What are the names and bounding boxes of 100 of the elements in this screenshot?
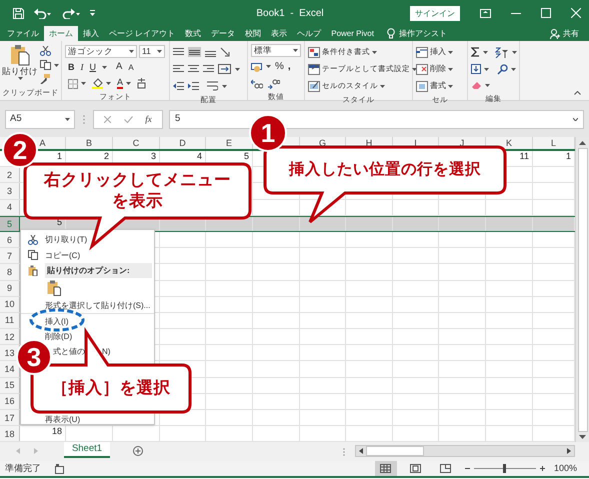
caret-icon[interactable] — [54, 64, 59, 66]
scroll-left-icon[interactable] — [359, 448, 363, 454]
column-header[interactable]: E — [226, 137, 232, 149]
increase-decimal-icon[interactable] — [251, 78, 263, 88]
caret-icon[interactable] — [157, 50, 162, 53]
format-cells-button[interactable]: 書式 — [416, 78, 464, 94]
scroll-right-icon[interactable] — [567, 448, 571, 454]
zoom-in-icon[interactable] — [540, 466, 545, 472]
ribbon-tab[interactable]: ファイル — [2, 26, 44, 41]
undo-icon[interactable] — [34, 8, 52, 18]
insert-cells-button[interactable]: 挿入 — [416, 44, 464, 60]
view-button[interactable] — [374, 461, 397, 476]
search-icon[interactable] — [497, 64, 508, 74]
sheet-cell[interactable]: 11 — [520, 151, 529, 161]
scissors-icon[interactable] — [40, 46, 51, 56]
zoom-level[interactable]: 100% — [554, 462, 577, 476]
ribbon-tab[interactable]: ホーム — [44, 26, 78, 41]
insert-function-button[interactable]: fx — [145, 112, 152, 126]
wrap-text-icon[interactable] — [207, 81, 218, 91]
scroll-thumb[interactable] — [366, 446, 424, 456]
phonetic-icon[interactable] — [137, 78, 146, 89]
caret-icon[interactable] — [380, 84, 385, 88]
menu-item[interactable]: 切り取り(T) — [45, 235, 88, 244]
caret-icon[interactable] — [485, 84, 490, 87]
font-name-field[interactable]: 游ゴシック — [65, 45, 137, 58]
format-painter-icon[interactable] — [40, 74, 51, 84]
scroll-up-icon[interactable] — [579, 141, 586, 145]
merge-icon[interactable] — [218, 64, 231, 74]
collapse-ribbon-icon[interactable] — [574, 91, 581, 95]
font-style-button[interactable]: U — [90, 60, 96, 74]
row-header[interactable]: 3 — [6, 186, 12, 196]
column-header[interactable]: A — [39, 137, 46, 149]
scroll-thumb[interactable] — [578, 148, 588, 432]
fill-icon[interactable] — [471, 64, 481, 74]
name-box[interactable]: A5 — [5, 110, 75, 129]
row-header[interactable]: 8 — [6, 266, 12, 277]
column-header[interactable]: C — [132, 137, 140, 149]
column-header[interactable]: B — [86, 137, 92, 149]
row-header[interactable]: 2 — [6, 170, 12, 180]
close-icon[interactable] — [571, 8, 581, 18]
slider-thumb[interactable] — [503, 464, 506, 474]
sheet-tab[interactable]: Sheet1 — [64, 442, 110, 458]
sheet-cell[interactable]: 3 — [150, 151, 156, 161]
sum-icon[interactable] — [471, 47, 480, 57]
font-style-button[interactable]: I — [80, 60, 84, 74]
sheet-cell[interactable]: 18 — [52, 426, 62, 436]
fill-color-icon[interactable] — [92, 78, 103, 89]
caret-icon[interactable] — [512, 50, 517, 54]
caret-icon[interactable] — [102, 66, 107, 69]
borders-icon[interactable] — [68, 78, 78, 88]
column-header[interactable]: L — [550, 137, 556, 149]
caret-icon[interactable] — [81, 82, 86, 85]
tell-me-button[interactable]: 操作アシスト — [386, 26, 447, 41]
normal-view-icon[interactable] — [380, 464, 392, 474]
grow-font-button[interactable]: A — [116, 60, 122, 75]
percent-button[interactable]: % — [275, 59, 284, 74]
caret-icon[interactable] — [448, 50, 453, 54]
caret-icon[interactable] — [484, 68, 489, 70]
vertical-scrollbar[interactable] — [575, 137, 589, 442]
sort-icon[interactable] — [495, 46, 509, 58]
sheet-cell[interactable]: 2 — [104, 151, 109, 161]
caret-icon[interactable] — [448, 84, 453, 88]
maximize-icon[interactable] — [541, 8, 551, 18]
font-style-button[interactable]: B — [68, 60, 74, 74]
horizontal-scrollbar[interactable] — [355, 445, 575, 458]
caret-icon[interactable] — [293, 49, 298, 52]
column-header[interactable]: K — [506, 137, 512, 149]
orientation-icon[interactable] — [220, 46, 230, 58]
row-header[interactable]: 4 — [6, 202, 12, 212]
caret-icon[interactable] — [511, 68, 516, 70]
paste-option-icon[interactable] — [47, 280, 61, 296]
save-icon[interactable] — [13, 8, 24, 18]
ribbon-tab[interactable]: データ — [206, 26, 240, 41]
caret-icon[interactable] — [129, 50, 134, 53]
ribbon-tab[interactable]: ページ レイアウト — [104, 26, 180, 41]
decrease-indent-icon[interactable] — [173, 81, 184, 91]
page-break-view-icon[interactable] — [440, 464, 452, 474]
sheet-cell[interactable]: 5 — [244, 151, 249, 161]
caret-icon[interactable] — [483, 50, 488, 54]
ribbon-tab[interactable]: ヘルプ — [292, 26, 326, 41]
caret-icon[interactable] — [65, 118, 70, 121]
align-left-icon[interactable] — [173, 64, 184, 74]
sheet-cell[interactable]: 1 — [566, 151, 571, 161]
caret-icon[interactable] — [235, 68, 240, 70]
copy-icon[interactable] — [40, 60, 51, 70]
row-header[interactable]: 7 — [6, 250, 12, 261]
menu-item[interactable]: N) — [102, 347, 110, 356]
scroll-down-icon[interactable] — [579, 435, 586, 440]
middle-align-icon[interactable] — [189, 47, 200, 57]
caret-icon[interactable] — [18, 77, 22, 80]
increase-indent-icon[interactable] — [188, 81, 199, 91]
customize-icon[interactable] — [90, 10, 95, 16]
caret-icon[interactable] — [126, 82, 132, 85]
decrease-decimal-icon[interactable] — [268, 78, 280, 88]
sheet-cell[interactable]: 4 — [196, 151, 202, 161]
ribbon-tab[interactable]: 校閲 — [240, 26, 266, 41]
row-header[interactable]: 9 — [6, 283, 12, 294]
menu-item[interactable]: 式と値の — [53, 347, 85, 356]
menu-item[interactable]: 再表示(U) — [45, 414, 80, 424]
sheet-cell[interactable]: 1 — [56, 151, 62, 161]
